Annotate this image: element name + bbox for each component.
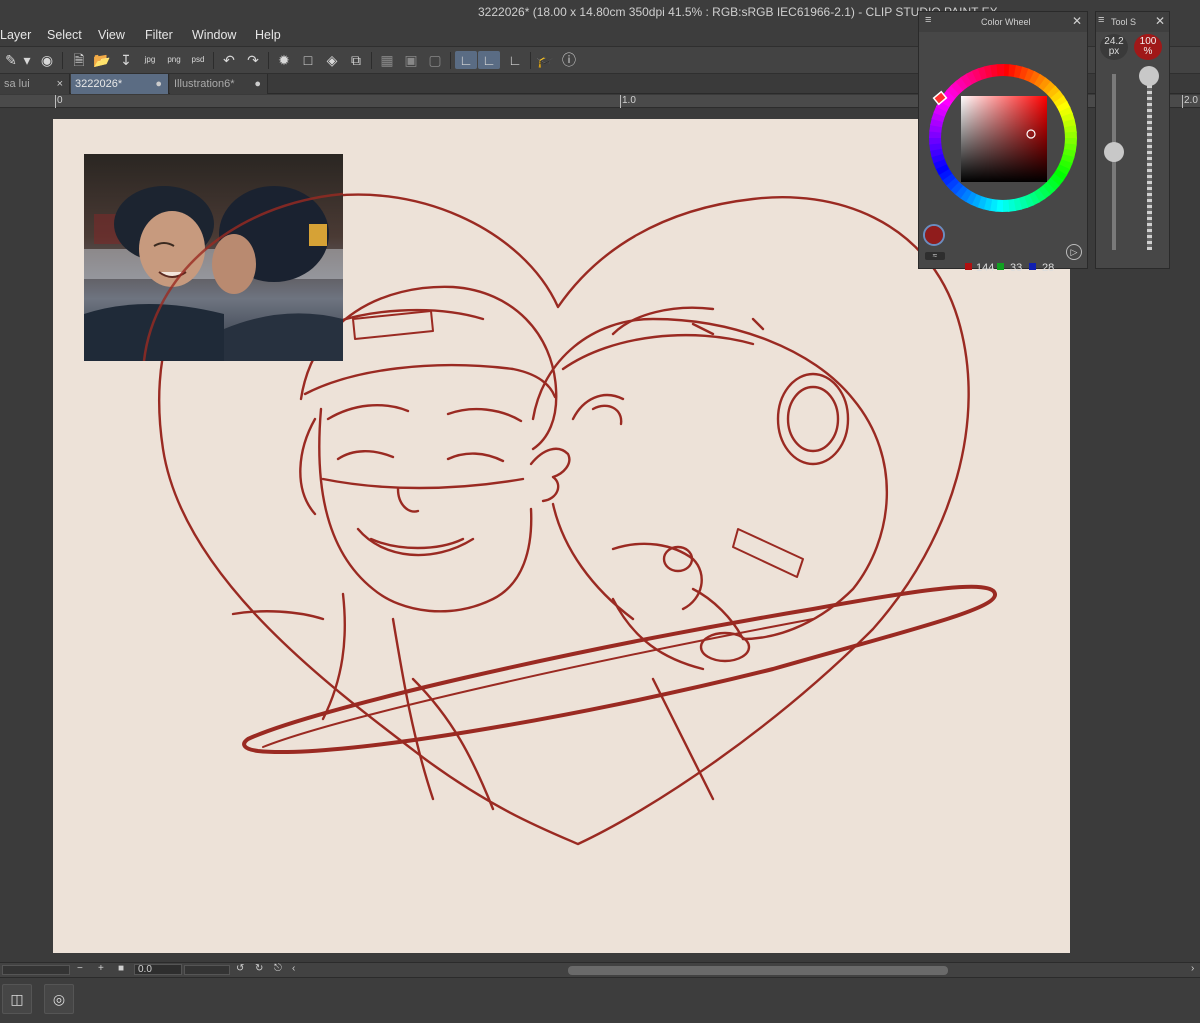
- fit-icon[interactable]: ■: [118, 963, 124, 974]
- modified-dot-icon[interactable]: ●: [254, 74, 261, 94]
- rotate-right-icon[interactable]: ↻: [255, 963, 263, 974]
- panel-menu-icon[interactable]: ≡: [925, 14, 931, 26]
- transform-icon[interactable]: ⧉: [347, 51, 365, 69]
- export-png-icon[interactable]: png: [165, 51, 183, 69]
- red-value: 144: [976, 262, 995, 274]
- zoom-slider[interactable]: [2, 965, 70, 975]
- clear-selection-icon[interactable]: □: [299, 51, 317, 69]
- new-layer-icon[interactable]: ✎: [2, 51, 20, 69]
- ruler-label: 0: [57, 95, 63, 106]
- brush-size-slider-track[interactable]: [1112, 74, 1116, 250]
- reset-rotation-icon[interactable]: ⎋: [274, 963, 282, 974]
- tab-sa-lui[interactable]: sa lui ×: [0, 74, 70, 94]
- brush-size-unit: px: [1108, 46, 1120, 57]
- panel-title: Tool S: [1111, 17, 1137, 27]
- bottom-panel-bar: ◫ ◎: [0, 977, 1200, 1023]
- swap-colors-icon[interactable]: ≈: [925, 252, 945, 260]
- color-mode-icon[interactable]: ▷: [1066, 244, 1082, 260]
- modified-dot-icon[interactable]: ●: [155, 74, 162, 94]
- close-icon[interactable]: ×: [57, 74, 63, 94]
- panel-menu-icon[interactable]: ≡: [1098, 14, 1104, 26]
- horizontal-scrollbar[interactable]: [568, 966, 948, 975]
- scroll-left-icon[interactable]: ‹: [292, 963, 295, 974]
- ruler-label: 2.0: [1184, 95, 1198, 106]
- color-wheel-panel: ≡ Color Wheel ✕ ≈ 144 33 28 ▷: [918, 11, 1088, 274]
- main-color-swatch[interactable]: [923, 224, 945, 246]
- panel-title: Color Wheel: [981, 17, 1031, 27]
- layer-panel-icon[interactable]: ◫: [2, 984, 32, 1014]
- grid-icon[interactable]: ▦: [378, 51, 396, 69]
- green-value: 33: [1010, 262, 1023, 274]
- save-icon[interactable]: ↧: [117, 51, 135, 69]
- special-ruler-snap-icon[interactable]: ∟: [478, 51, 500, 69]
- rotation-slider[interactable]: [184, 965, 230, 975]
- menu-select[interactable]: Select: [47, 28, 82, 42]
- chevron-down-icon[interactable]: ▾: [22, 51, 32, 69]
- fill-icon[interactable]: ◈: [323, 51, 341, 69]
- tool-settings-panel: ≡ Tool S ✕ 24.2 px 100 %: [1095, 11, 1170, 269]
- scroll-right-icon[interactable]: ›: [1191, 963, 1194, 974]
- tab-label: 3222026*: [75, 78, 123, 90]
- tab-illustration6[interactable]: Illustration6* ●: [170, 74, 268, 94]
- redo-icon[interactable]: ↷: [244, 51, 262, 69]
- export-psd-icon[interactable]: psd: [189, 51, 207, 69]
- tab-label: sa lui: [4, 78, 30, 90]
- rotation-value[interactable]: 0.0: [134, 964, 182, 975]
- open-folder-icon[interactable]: 📂: [93, 51, 111, 69]
- hue-ring[interactable]: [921, 56, 1085, 220]
- brush-size-slider-handle[interactable]: [1104, 142, 1124, 162]
- spiral-icon[interactable]: ◉: [38, 51, 56, 69]
- reference-photo[interactable]: [84, 154, 343, 361]
- export-jpg-icon[interactable]: jpg: [141, 51, 159, 69]
- ruler-snap-icon[interactable]: ∟: [455, 51, 477, 69]
- menu-filter[interactable]: Filter: [145, 28, 173, 42]
- zoom-in-icon[interactable]: +: [98, 963, 104, 974]
- zoom-out-icon[interactable]: −: [77, 963, 83, 974]
- undo-icon[interactable]: ↶: [220, 51, 238, 69]
- close-icon[interactable]: ✕: [1072, 14, 1082, 28]
- panel-header: ≡ Tool S ✕: [1096, 12, 1169, 32]
- reference-image: [84, 154, 343, 361]
- loading-icon[interactable]: ✹: [275, 51, 293, 69]
- tab-3222026[interactable]: 3222026* ●: [71, 74, 169, 94]
- ruler-label: 1.0: [622, 95, 636, 106]
- opacity-slider-track[interactable]: [1147, 74, 1152, 250]
- opacity-unit: %: [1143, 46, 1153, 57]
- opacity-slider-handle[interactable]: [1139, 66, 1159, 86]
- opacity-indicator[interactable]: 100 %: [1134, 34, 1162, 60]
- navigator-bar: − + ■ 0.0 ↺ ↻ ⎋ ‹ ›: [0, 962, 1200, 977]
- panel-header: ≡ Color Wheel ✕: [919, 12, 1087, 32]
- tab-label: Illustration6*: [174, 78, 235, 90]
- menu-layer[interactable]: Layer: [0, 28, 31, 42]
- frame-icon[interactable]: ▢: [426, 51, 444, 69]
- learn-icon[interactable]: 🎓: [536, 51, 554, 69]
- brush-size-indicator[interactable]: 24.2 px: [1100, 34, 1128, 60]
- current-color: [925, 226, 943, 244]
- new-file-icon[interactable]: 🗎: [70, 51, 88, 69]
- menu-view[interactable]: View: [98, 28, 125, 42]
- grid-snap-icon[interactable]: ∟: [506, 51, 524, 69]
- menu-window[interactable]: Window: [192, 28, 236, 42]
- blue-value: 28: [1042, 262, 1055, 274]
- menu-help[interactable]: Help: [255, 28, 281, 42]
- crop-icon[interactable]: ▣: [402, 51, 420, 69]
- help-icon[interactable]: ⓘ: [560, 51, 578, 69]
- rotate-left-icon[interactable]: ↺: [236, 963, 244, 974]
- close-icon[interactable]: ✕: [1155, 14, 1165, 28]
- navigator-icon[interactable]: ◎: [44, 984, 74, 1014]
